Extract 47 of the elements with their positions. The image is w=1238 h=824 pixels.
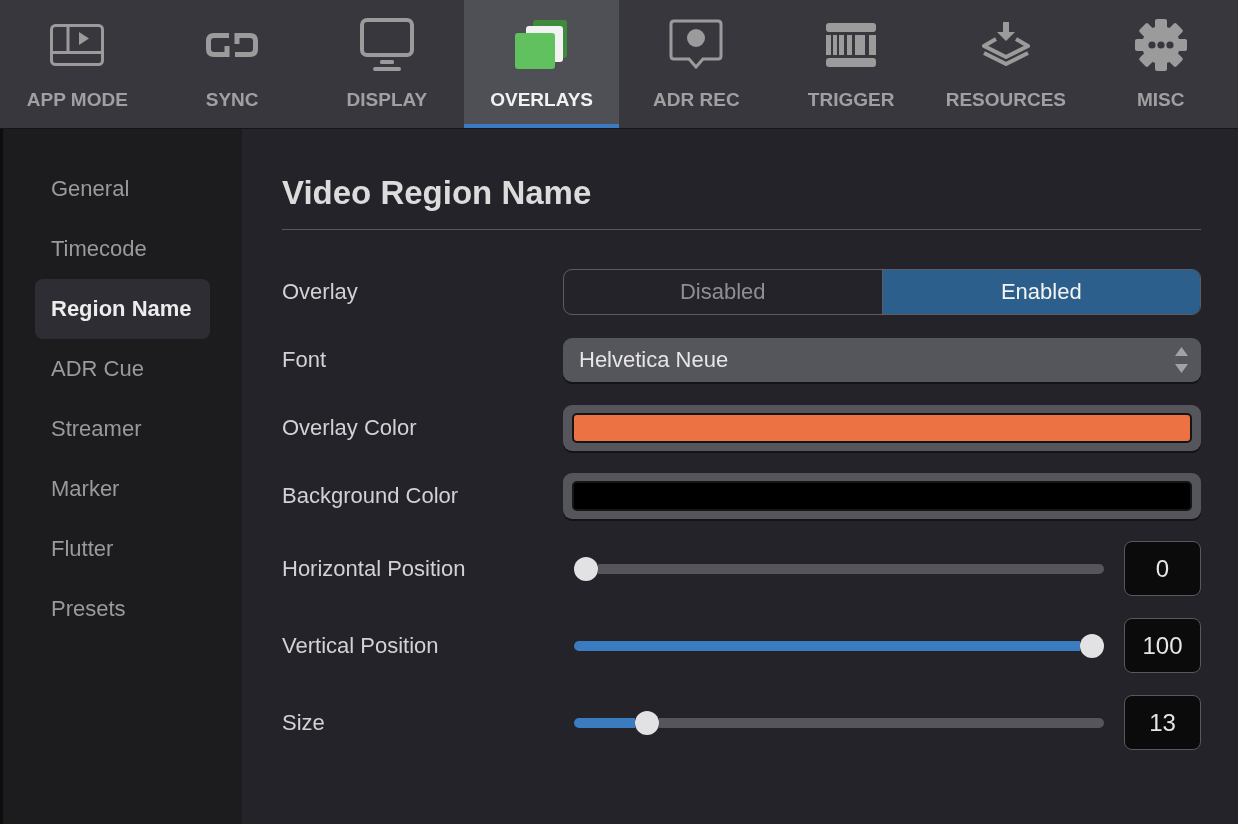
field-label: Size	[282, 709, 325, 736]
section-title: Video Region Name	[282, 173, 1201, 230]
sidebar-item[interactable]: ADR Cue	[35, 339, 210, 399]
toolbar-tab[interactable]: DISPLAY	[309, 0, 465, 128]
sort-arrows-icon	[1175, 347, 1188, 373]
color-picker[interactable]	[563, 405, 1201, 451]
slider-fill	[574, 717, 635, 728]
toolbar-tab[interactable]: OVERLAYS	[464, 0, 619, 128]
chain-link-icon	[205, 30, 260, 60]
toolbar-tab[interactable]: SYNC	[154, 0, 310, 128]
slider-track[interactable]	[574, 556, 1104, 581]
slider-track[interactable]	[574, 710, 1104, 735]
slider-thumb[interactable]	[634, 710, 659, 735]
gear-dots-icon	[1133, 18, 1188, 72]
value-field[interactable]: 0	[1124, 541, 1201, 596]
toolbar-tab[interactable]: MISC	[1083, 0, 1238, 128]
download-layers-icon	[979, 22, 1032, 68]
color-picker[interactable]	[563, 473, 1201, 519]
midi-icon	[826, 23, 877, 67]
font-dropdown[interactable]: Helvetica Neue	[563, 338, 1201, 382]
sidebar-item[interactable]: Presets	[35, 579, 210, 639]
sidebar-item[interactable]: Timecode	[35, 219, 210, 279]
monitor-icon	[359, 18, 414, 72]
field-label: Font	[282, 347, 327, 373]
slider-thumb[interactable]	[574, 556, 598, 581]
toggle-option[interactable]: Disabled	[564, 270, 882, 314]
value-field[interactable]: 13	[1124, 695, 1201, 750]
toolbar-tab[interactable]: RESOURCES	[928, 0, 1084, 128]
slider-track[interactable]	[574, 633, 1104, 658]
field-label: Background Color	[282, 483, 459, 509]
sidebar-item[interactable]: Region Name	[35, 279, 210, 339]
toolbar-tab[interactable]: ADR REC	[619, 0, 774, 128]
field-label: Horizontal Position	[282, 555, 466, 582]
field-label: Vertical Position	[282, 632, 439, 659]
field-label: Overlay	[282, 279, 358, 305]
sidebar-item[interactable]: Marker	[35, 459, 210, 519]
sidebar-item[interactable]: General	[35, 159, 210, 219]
sidebar-item[interactable]: Streamer	[35, 399, 210, 459]
slider-thumb[interactable]	[1080, 633, 1104, 658]
stacked-layers-icon	[514, 20, 569, 70]
toolbar-tab[interactable]: TRIGGER	[773, 0, 929, 128]
toggle-option[interactable]: Enabled	[881, 270, 1200, 314]
field-label: Overlay Color	[282, 415, 417, 441]
toolbar-tab[interactable]: APP MODE	[0, 0, 155, 128]
value-field[interactable]: 100	[1124, 618, 1201, 673]
video-layout-icon	[50, 24, 105, 66]
sidebar-item[interactable]: Flutter	[35, 519, 210, 579]
